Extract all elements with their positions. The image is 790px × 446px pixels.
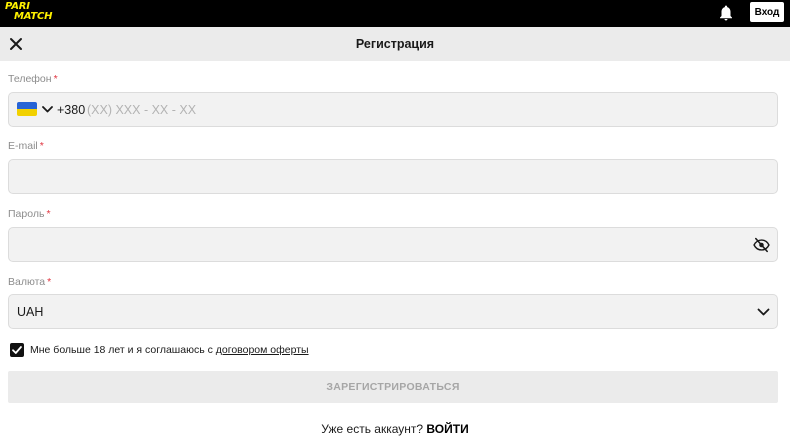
- currency-label: Валюта *: [8, 276, 51, 288]
- chevron-down-icon[interactable]: [42, 105, 53, 114]
- agreement-text: Мне больше 18 лет и я соглашаюсь с догов…: [30, 344, 309, 356]
- register-button[interactable]: ЗАРЕГИСТРИРОВАТЬСЯ: [8, 371, 778, 403]
- password-field[interactable]: [8, 227, 778, 262]
- phone-prefix: +380: [57, 103, 86, 117]
- age-agreement-checkbox[interactable]: [10, 343, 24, 357]
- logo-line2: MATCH: [14, 11, 53, 22]
- bell-icon[interactable]: [717, 4, 735, 22]
- page-title: Регистрация: [355, 37, 435, 51]
- chevron-down-icon[interactable]: [757, 307, 770, 317]
- phone-label-text: Телефон: [8, 73, 52, 85]
- phone-field[interactable]: +380: [8, 92, 778, 127]
- parimatch-logo[interactable]: PARI MATCH: [5, 2, 61, 24]
- flag-blue-stripe: [17, 102, 37, 109]
- currency-label-text: Валюта: [8, 276, 46, 288]
- footer-login-prompt: Уже есть аккаунт? ВОЙТИ: [0, 422, 790, 436]
- phone-input[interactable]: [87, 100, 687, 120]
- password-label-text: Пароль: [8, 208, 45, 220]
- eye-slash-icon[interactable]: [753, 237, 770, 253]
- password-label: Пароль *: [8, 208, 51, 220]
- flag-yellow-stripe: [17, 109, 37, 116]
- footer-login-link[interactable]: ВОЙТИ: [426, 422, 468, 436]
- email-label: E-mail *: [8, 140, 44, 152]
- login-button[interactable]: Вход: [750, 2, 784, 22]
- offer-contract-link[interactable]: договором оферты: [216, 344, 309, 356]
- required-mark: *: [39, 140, 44, 152]
- email-input[interactable]: [17, 167, 737, 187]
- required-mark: *: [47, 276, 52, 288]
- email-label-text: E-mail: [8, 140, 38, 152]
- required-mark: *: [53, 73, 58, 85]
- email-field[interactable]: [8, 159, 778, 194]
- agreement-label: Мне больше 18 лет и я соглашаюсь с: [30, 344, 216, 356]
- ukraine-flag-icon[interactable]: [17, 102, 37, 116]
- password-input[interactable]: [17, 235, 737, 255]
- phone-label: Телефон *: [8, 73, 58, 85]
- modal-header: Регистрация: [0, 27, 790, 61]
- checkmark-icon: [12, 346, 22, 354]
- required-mark: *: [46, 208, 51, 220]
- footer-question: Уже есть аккаунт?: [321, 422, 424, 436]
- currency-select[interactable]: UAH: [8, 294, 778, 329]
- currency-selected-value: UAH: [17, 305, 44, 319]
- top-bar: PARI MATCH Вход: [0, 0, 790, 27]
